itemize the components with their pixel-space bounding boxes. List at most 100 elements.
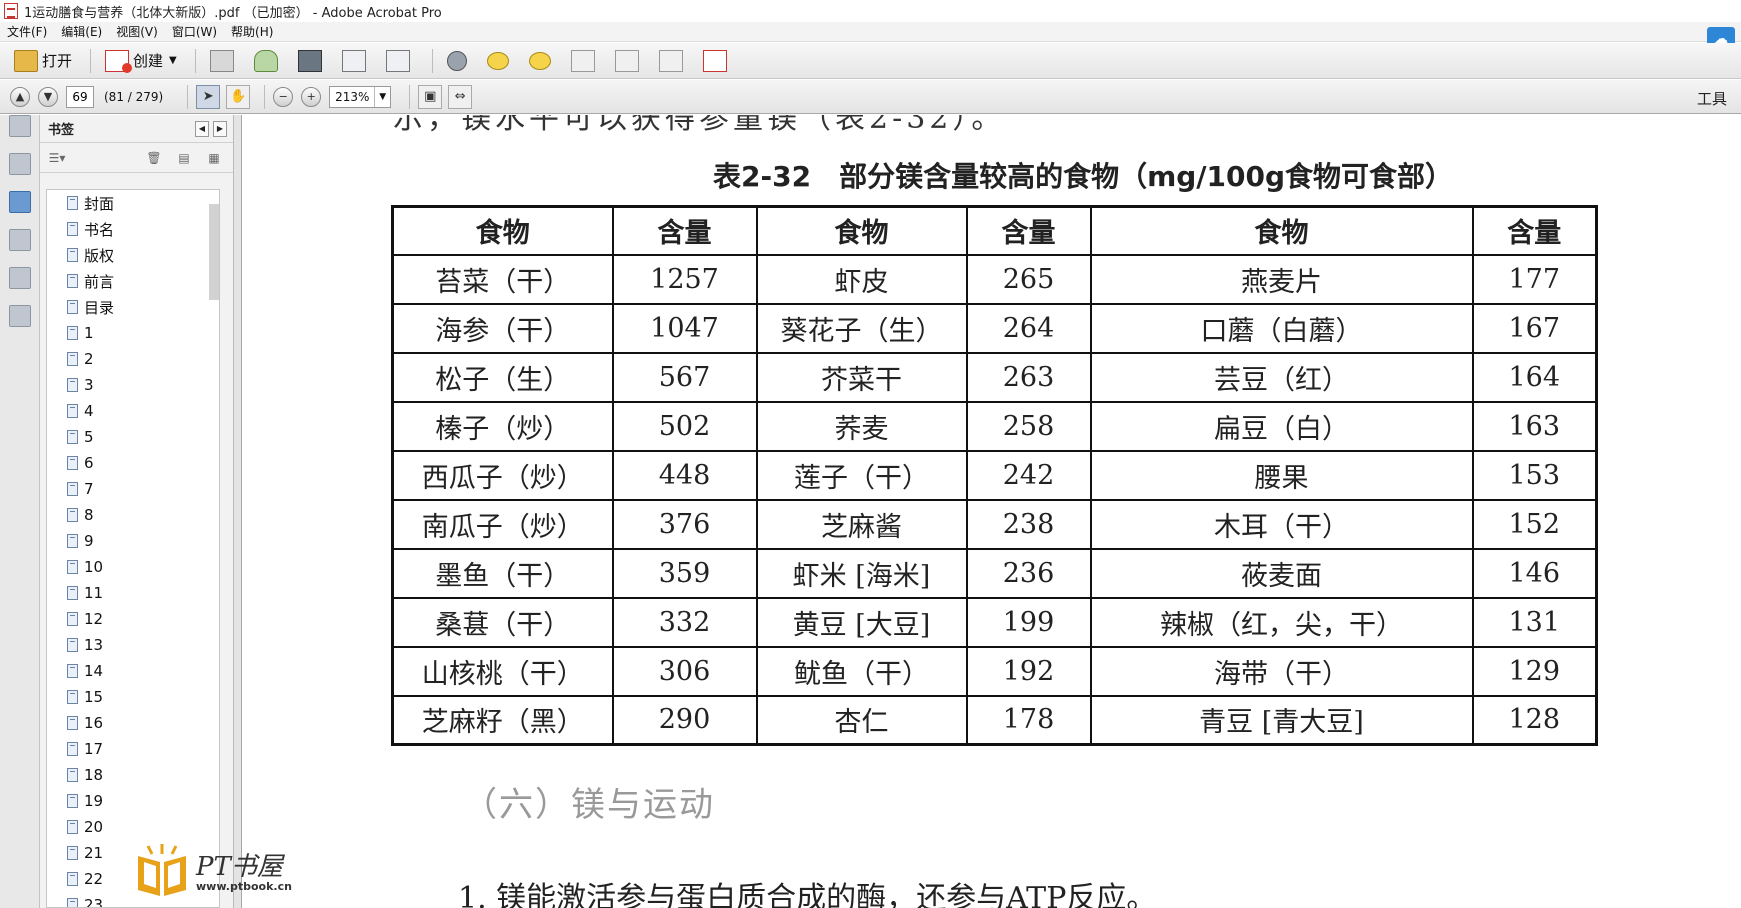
menu-window[interactable]: 窗口(W) <box>165 23 224 40</box>
bookmark-item[interactable]: 2 <box>47 346 219 372</box>
zoom-in-button[interactable]: + <box>301 86 322 107</box>
bookmark-item[interactable]: 书名 <box>47 216 219 242</box>
bookmark-item[interactable]: 10 <box>47 554 219 580</box>
bookmark-item[interactable]: 20 <box>47 814 219 840</box>
bookmark-item[interactable]: 13 <box>47 632 219 658</box>
bookmark-item[interactable]: 16 <box>47 710 219 736</box>
bookmark-label: 17 <box>84 740 104 758</box>
previous-page-button[interactable]: ▲ <box>10 86 30 107</box>
fit-width-button[interactable]: ⇔ <box>448 84 473 109</box>
bookmark-label: 10 <box>84 558 104 576</box>
bookmark-label: 5 <box>84 428 94 446</box>
bookmark-item[interactable]: 8 <box>47 502 219 528</box>
food-name-cell: 松子（生） <box>391 351 614 403</box>
email-button[interactable] <box>380 47 420 75</box>
zoom-out-button[interactable]: − <box>273 86 294 107</box>
magnesium-food-table: 食物 含量 食物 含量 食物 含量 苔菜（干） 1257 虾皮 265 燕麦片 177 海参… <box>391 205 1598 746</box>
bookmark-item[interactable]: 5 <box>47 424 219 450</box>
food-name-cell: 桑葚（干） <box>391 596 614 648</box>
food-name-cell: 荞麦 <box>755 400 968 452</box>
bookmark-icon <box>67 196 78 210</box>
menu-file[interactable]: 文件(F) <box>0 23 54 40</box>
document-view[interactable]: 示，镁水平可以获得参量镁（表2-32）。 表2-32 部分镁含量较高的食物（mg… <box>243 115 1741 908</box>
table-row: 松子（生） 567 芥菜干 263 芸豆（红） 164 <box>391 351 1598 403</box>
hand-tool-button[interactable]: ✋ <box>226 84 251 109</box>
select-tool-button[interactable]: ➤ <box>196 84 221 109</box>
doc-tool-3-button[interactable] <box>653 47 693 75</box>
bookmarks-scrollbar[interactable] <box>209 190 219 907</box>
panel-splitter[interactable] <box>234 115 242 908</box>
content-value-cell: 290 <box>611 694 758 746</box>
settings-button[interactable] <box>441 47 477 75</box>
bookmark-item[interactable]: 9 <box>47 528 219 554</box>
bookmark-item[interactable]: 1 <box>47 320 219 346</box>
comment-button[interactable] <box>481 47 519 75</box>
bookmark-from-selection-icon[interactable]: ▦ <box>203 149 225 167</box>
bookmark-item[interactable]: 7 <box>47 476 219 502</box>
bookmark-label: 13 <box>84 636 104 654</box>
title-bar: 1运动膳食与营养（北体大新版）.pdf （已加密） - Adobe Acroba… <box>0 0 1741 22</box>
new-bookmark-icon[interactable]: ▤ <box>173 149 195 167</box>
bookmark-item[interactable]: 15 <box>47 684 219 710</box>
form-tool-button[interactable] <box>697 47 737 75</box>
table-row: 桑葚（干） 332 黄豆 [大豆] 199 辣椒（红，尖，干） 131 <box>391 596 1598 648</box>
bookmark-item[interactable]: 前言 <box>47 268 219 294</box>
bookmark-label: 8 <box>84 506 94 524</box>
bookmark-label: 11 <box>84 584 104 602</box>
page-thumbnails-icon[interactable] <box>9 153 31 175</box>
content-value-cell: 167 <box>1471 302 1598 354</box>
bookmark-item[interactable]: 11 <box>47 580 219 606</box>
next-page-button[interactable]: ▼ <box>38 86 58 107</box>
create-button[interactable]: 创建 ▼ <box>99 47 183 75</box>
bookmark-icon <box>67 586 78 600</box>
tools-panel-button[interactable]: 工具 <box>1697 88 1727 109</box>
bookmark-item[interactable]: 19 <box>47 788 219 814</box>
print-button[interactable] <box>292 47 332 75</box>
plus-icon: + <box>306 90 316 103</box>
edit-button[interactable] <box>336 47 376 75</box>
bookmark-item[interactable]: 3 <box>47 372 219 398</box>
column-header: 含量 <box>611 205 758 256</box>
page-number-input[interactable] <box>66 85 94 108</box>
content-value-cell: 152 <box>1471 498 1598 550</box>
options-arrow-button[interactable]: ▶ <box>213 120 227 137</box>
content-value-cell: 448 <box>611 449 758 501</box>
lock-icon[interactable] <box>9 115 31 137</box>
options-menu-icon[interactable]: ☰▾ <box>46 149 68 167</box>
toolbar-divider <box>187 84 189 109</box>
open-button[interactable]: 打开 <box>8 47 78 75</box>
upload-button[interactable] <box>248 47 288 75</box>
highlight-button[interactable] <box>523 47 561 75</box>
bookmark-item[interactable]: 18 <box>47 762 219 788</box>
content-value-cell: 236 <box>965 547 1092 599</box>
save-button[interactable] <box>204 47 244 75</box>
bookmarks-tools: ☰▾ 🗑 ▤ ▦ <box>40 143 233 173</box>
bookmark-label: 3 <box>84 376 94 394</box>
bookmark-item[interactable]: 6 <box>47 450 219 476</box>
menu-edit[interactable]: 编辑(E) <box>54 23 109 40</box>
collapse-panel-button[interactable]: ◀ <box>195 120 209 137</box>
bookmark-item[interactable]: 12 <box>47 606 219 632</box>
signature-icon[interactable] <box>9 305 31 327</box>
bookmark-item[interactable]: 封面 <box>47 190 219 216</box>
bookmarks-list[interactable]: 封面 书名 版权 前言 目录 1 2 3 4 5 6 7 8 9 10 11 12 13 14 15 16 17 18 19 2… <box>46 189 220 908</box>
zoom-select[interactable]: 213% ▼ <box>329 85 392 108</box>
bookmark-item[interactable]: 14 <box>47 658 219 684</box>
menu-help[interactable]: 帮助(H) <box>224 23 280 40</box>
scrollbar-thumb[interactable] <box>209 204 219 300</box>
doc-tool-1-button[interactable] <box>565 47 605 75</box>
doc-tool-2-button[interactable] <box>609 47 649 75</box>
printer-icon <box>297 49 322 72</box>
trash-icon[interactable]: 🗑 <box>143 149 165 167</box>
bookmark-item[interactable]: 17 <box>47 736 219 762</box>
cloud-upload-icon <box>253 49 278 72</box>
bookmark-item[interactable]: 目录 <box>47 294 219 320</box>
menu-view[interactable]: 视图(V) <box>109 23 165 40</box>
bookmark-item[interactable]: 版权 <box>47 242 219 268</box>
attachment-icon[interactable] <box>9 229 31 251</box>
bookmark-item[interactable]: 4 <box>47 398 219 424</box>
fit-page-button[interactable]: ▣ <box>418 84 443 109</box>
section-heading: （六）镁与运动 <box>463 785 715 825</box>
bookmarks-icon[interactable] <box>9 191 31 213</box>
layers-icon[interactable] <box>9 267 31 289</box>
